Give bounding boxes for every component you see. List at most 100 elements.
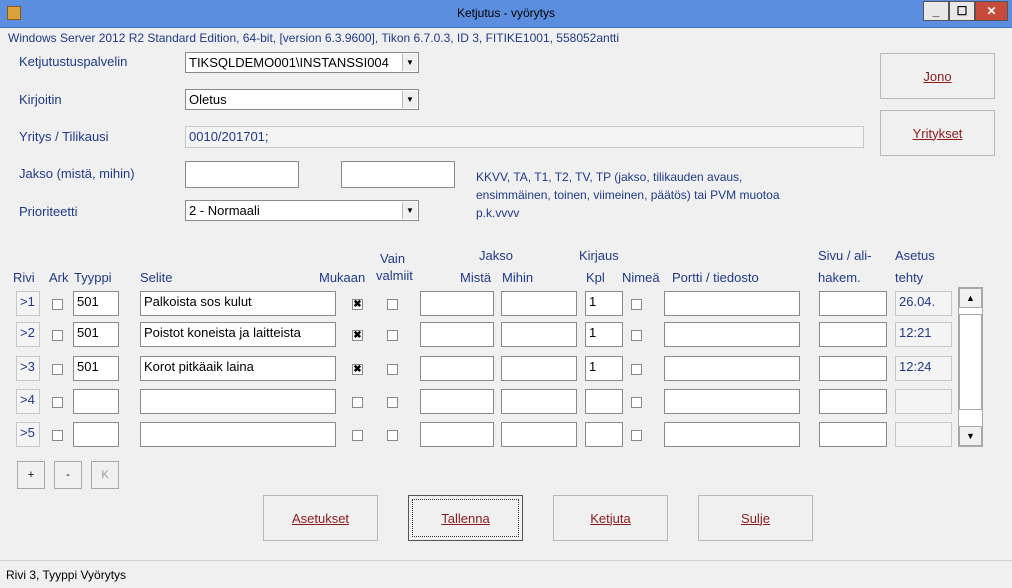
scroll-up-icon[interactable]: ▲: [959, 288, 982, 308]
portti-input[interactable]: [664, 322, 800, 347]
minimize-icon[interactable]: _: [923, 1, 949, 21]
chevron-down-icon[interactable]: ▼: [402, 91, 417, 108]
vain-valmiit-checkbox[interactable]: [387, 299, 398, 310]
jakso-mihin-input[interactable]: [501, 356, 577, 381]
period-to-input[interactable]: [341, 161, 455, 188]
mukaan-checkbox[interactable]: ✖: [352, 299, 363, 310]
sivu-input[interactable]: [819, 422, 887, 447]
server-select[interactable]: TIKSQLDEMO001\INSTANSSI004 ▼: [185, 52, 419, 73]
sivu-input[interactable]: [819, 389, 887, 414]
tyyppi-input[interactable]: [73, 389, 119, 414]
col-header-portti: Portti / tiedosto: [672, 270, 759, 285]
ark-checkbox[interactable]: [52, 364, 63, 375]
portti-input[interactable]: [664, 389, 800, 414]
period-hint: KKVV, TA, T1, T2, TV, TP (jakso, tilikau…: [476, 168, 780, 222]
selite-input[interactable]: Palkoista sos kulut: [140, 291, 336, 316]
nimea-checkbox[interactable]: [631, 299, 642, 310]
ark-checkbox[interactable]: [52, 430, 63, 441]
vain-valmiit-checkbox[interactable]: [387, 330, 398, 341]
jakso-mihin-input[interactable]: [501, 389, 577, 414]
jakso-mista-input[interactable]: [420, 322, 494, 347]
kpl-input[interactable]: [585, 389, 623, 414]
printer-select-value: Oletus: [189, 92, 227, 107]
col-header-asetus: Asetus: [895, 248, 935, 263]
ark-checkbox[interactable]: [52, 330, 63, 341]
add-row-button[interactable]: +: [17, 461, 45, 489]
chevron-down-icon[interactable]: ▼: [402, 202, 417, 219]
portti-input[interactable]: [664, 356, 800, 381]
row-number: >3: [16, 356, 40, 381]
server-select-value: TIKSQLDEMO001\INSTANSSI004: [189, 55, 389, 70]
maximize-icon[interactable]: ☐: [949, 1, 975, 21]
kpl-input[interactable]: 1: [585, 291, 623, 316]
selite-input[interactable]: [140, 422, 336, 447]
k-button[interactable]: K: [91, 461, 119, 489]
ark-checkbox[interactable]: [52, 397, 63, 408]
tyyppi-input[interactable]: [73, 422, 119, 447]
chain-button[interactable]: Ketjuta: [553, 495, 668, 541]
sivu-input[interactable]: [819, 291, 887, 316]
period-from-input[interactable]: [185, 161, 299, 188]
period-hint-line-2: ensimmäinen, toinen, viimeinen, päätös) …: [476, 188, 780, 202]
tyyppi-input[interactable]: 501: [73, 291, 119, 316]
kpl-input[interactable]: 1: [585, 322, 623, 347]
remove-row-button[interactable]: -: [54, 461, 82, 489]
nimea-checkbox[interactable]: [631, 330, 642, 341]
jakso-mista-input[interactable]: [420, 356, 494, 381]
asetus-tehty-field: [895, 422, 952, 447]
priority-select[interactable]: 2 - Normaali ▼: [185, 200, 419, 221]
col-header-tyyppi: Tyyppi: [74, 270, 112, 285]
jakso-mista-input[interactable]: [420, 389, 494, 414]
nimea-checkbox[interactable]: [631, 430, 642, 441]
nimea-checkbox[interactable]: [631, 397, 642, 408]
scroll-thumb[interactable]: [959, 314, 982, 410]
jakso-mista-input[interactable]: [420, 291, 494, 316]
kpl-input[interactable]: [585, 422, 623, 447]
row-number: >4: [16, 389, 40, 414]
asetus-tehty-field: 12:21: [895, 322, 952, 347]
kpl-input[interactable]: 1: [585, 356, 623, 381]
nimea-checkbox[interactable]: [631, 364, 642, 375]
selite-input[interactable]: Poistot koneista ja laitteista: [140, 322, 336, 347]
selite-input[interactable]: Korot pitkäaik laina: [140, 356, 336, 381]
company-label: Yritys / Tilikausi: [19, 129, 109, 144]
vain-valmiit-checkbox[interactable]: [387, 430, 398, 441]
col-header-jakso: Jakso: [479, 248, 513, 263]
col-header-nimea: Nimeä: [622, 270, 660, 285]
title-bar: Ketjutus - vyörytys _ ☐ ✕: [0, 0, 1012, 28]
jakso-mihin-input[interactable]: [501, 291, 577, 316]
ark-checkbox[interactable]: [52, 299, 63, 310]
vain-valmiit-checkbox[interactable]: [387, 364, 398, 375]
sivu-input[interactable]: [819, 356, 887, 381]
companies-button[interactable]: Yritykset: [880, 110, 995, 156]
portti-input[interactable]: [664, 291, 800, 316]
mukaan-checkbox[interactable]: ✖: [352, 364, 363, 375]
mukaan-checkbox[interactable]: [352, 430, 363, 441]
asetus-tehty-field: [895, 389, 952, 414]
system-info-line: Windows Server 2012 R2 Standard Edition,…: [8, 31, 620, 45]
tyyppi-input[interactable]: 501: [73, 322, 119, 347]
printer-select[interactable]: Oletus ▼: [185, 89, 419, 110]
col-header-sivu: Sivu / ali-: [818, 248, 872, 263]
portti-input[interactable]: [664, 422, 800, 447]
mukaan-checkbox[interactable]: ✖: [352, 330, 363, 341]
mukaan-checkbox[interactable]: [352, 397, 363, 408]
close-button[interactable]: Sulje: [698, 495, 813, 541]
window-title: Ketjutus - vyörytys: [456, 6, 556, 20]
jakso-mihin-input[interactable]: [501, 322, 577, 347]
settings-button[interactable]: Asetukset: [263, 495, 378, 541]
jakso-mista-input[interactable]: [420, 422, 494, 447]
scroll-down-icon[interactable]: ▼: [959, 426, 982, 446]
selite-input[interactable]: [140, 389, 336, 414]
tyyppi-input[interactable]: 501: [73, 356, 119, 381]
table-scrollbar[interactable]: ▲ ▼: [958, 287, 983, 447]
sivu-input[interactable]: [819, 322, 887, 347]
queue-button[interactable]: Jono: [880, 53, 995, 99]
vain-valmiit-checkbox[interactable]: [387, 397, 398, 408]
close-icon[interactable]: ✕: [975, 1, 1008, 21]
col-header-kirjaus: Kirjaus: [579, 248, 619, 263]
save-button[interactable]: Tallenna: [408, 495, 523, 541]
chevron-down-icon[interactable]: ▼: [402, 54, 417, 71]
col-header-valmiit: valmiit: [376, 268, 413, 283]
jakso-mihin-input[interactable]: [501, 422, 577, 447]
